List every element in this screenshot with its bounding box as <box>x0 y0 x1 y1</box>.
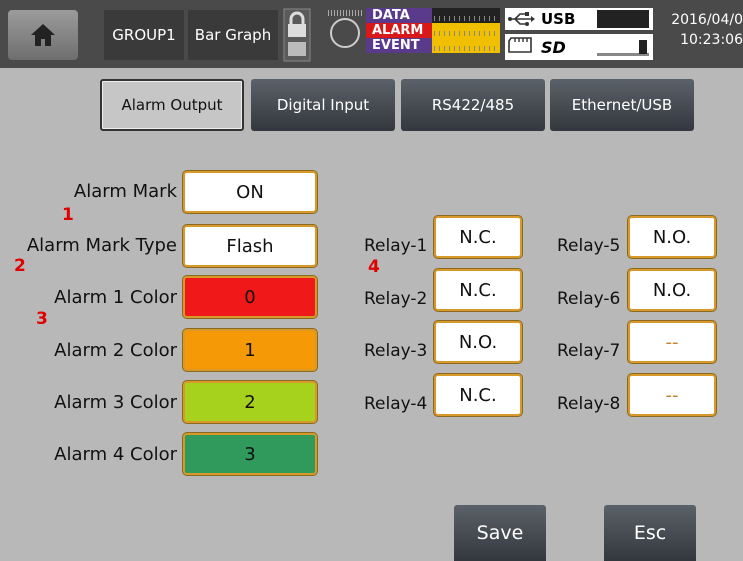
relay-8-field[interactable]: -- <box>628 374 716 416</box>
alarm2-color-field[interactable]: 1 <box>183 329 317 371</box>
usb-label: USB <box>541 10 576 28</box>
usb-status: USB <box>505 8 653 30</box>
relay-1-label: Relay-1 <box>364 236 428 256</box>
alarm-mark-type-label: Alarm Mark Type <box>26 235 177 256</box>
alarm1-color-field[interactable]: 0 <box>183 276 317 318</box>
lock-icon[interactable] <box>283 8 311 62</box>
relay-6-label: Relay-6 <box>557 289 621 309</box>
status-bar: GROUP1 Bar Graph DATA ALARM EVENT USB SD… <box>0 0 743 68</box>
data-meter <box>432 8 500 23</box>
tab-digital-input[interactable]: Digital Input <box>251 79 395 131</box>
alarm-mark-type-field[interactable]: Flash <box>183 225 317 267</box>
record-level-ticks <box>328 10 362 16</box>
relay-5-field[interactable]: N.O. <box>628 216 716 258</box>
sd-meter <box>597 38 649 56</box>
datetime: 2016/04/0 10:23:06 <box>660 10 743 50</box>
usb-icon <box>508 12 535 26</box>
alarm2-color-label: Alarm 2 Color <box>54 340 177 361</box>
alarm4-color-label: Alarm 4 Color <box>54 444 177 465</box>
alarm-meter <box>432 23 500 38</box>
relay-7-label: Relay-7 <box>557 341 621 361</box>
alarm4-color-field[interactable]: 3 <box>183 433 317 475</box>
sd-label: SD <box>541 38 566 57</box>
record-icon <box>330 18 360 48</box>
relay-8-label: Relay-8 <box>557 394 621 414</box>
marker-3: 3 <box>36 309 48 329</box>
relay-2-field[interactable]: N.C. <box>434 269 522 311</box>
sd-status: SD <box>505 34 653 60</box>
alarm-mark-label: Alarm Mark <box>73 181 177 202</box>
usb-meter <box>597 10 649 28</box>
relay-5-label: Relay-5 <box>557 236 621 256</box>
event-meter <box>432 38 500 53</box>
alarm-mark-field[interactable]: ON <box>183 171 317 213</box>
alarm3-color-label: Alarm 3 Color <box>54 392 177 413</box>
esc-button[interactable]: Esc <box>604 505 696 561</box>
home-icon <box>31 24 55 46</box>
relay-6-field[interactable]: N.O. <box>628 269 716 311</box>
alarm1-color-label: Alarm 1 Color <box>54 287 177 308</box>
group-selector[interactable]: GROUP1 <box>104 10 184 60</box>
alarm3-color-field[interactable]: 2 <box>183 381 317 423</box>
event-indicator: EVENT <box>366 38 432 53</box>
marker-4: 4 <box>368 257 380 277</box>
home-button[interactable] <box>8 10 78 60</box>
relay-3-label: Relay-3 <box>364 341 428 361</box>
relay-3-field[interactable]: N.O. <box>434 321 522 363</box>
data-indicator: DATA <box>366 8 432 23</box>
alarm-indicator: ALARM <box>366 23 432 38</box>
relay-4-label: Relay-4 <box>364 394 428 414</box>
sd-card-icon <box>508 37 532 53</box>
relay-2-label: Relay-2 <box>364 289 428 309</box>
marker-1: 1 <box>62 205 74 225</box>
tab-ethernet-usb[interactable]: Ethernet/USB <box>550 79 694 131</box>
tab-rs422-485[interactable]: RS422/485 <box>401 79 545 131</box>
view-selector[interactable]: Bar Graph <box>188 10 278 60</box>
relay-7-field[interactable]: -- <box>628 321 716 363</box>
save-button[interactable]: Save <box>454 505 546 561</box>
marker-2: 2 <box>14 256 26 276</box>
time-text: 10:23:06 <box>680 32 743 48</box>
relay-1-field[interactable]: N.C. <box>434 216 522 258</box>
date-text: 2016/04/0 <box>671 12 743 28</box>
tab-alarm-output[interactable]: Alarm Output <box>100 79 244 131</box>
relay-4-field[interactable]: N.C. <box>434 374 522 416</box>
